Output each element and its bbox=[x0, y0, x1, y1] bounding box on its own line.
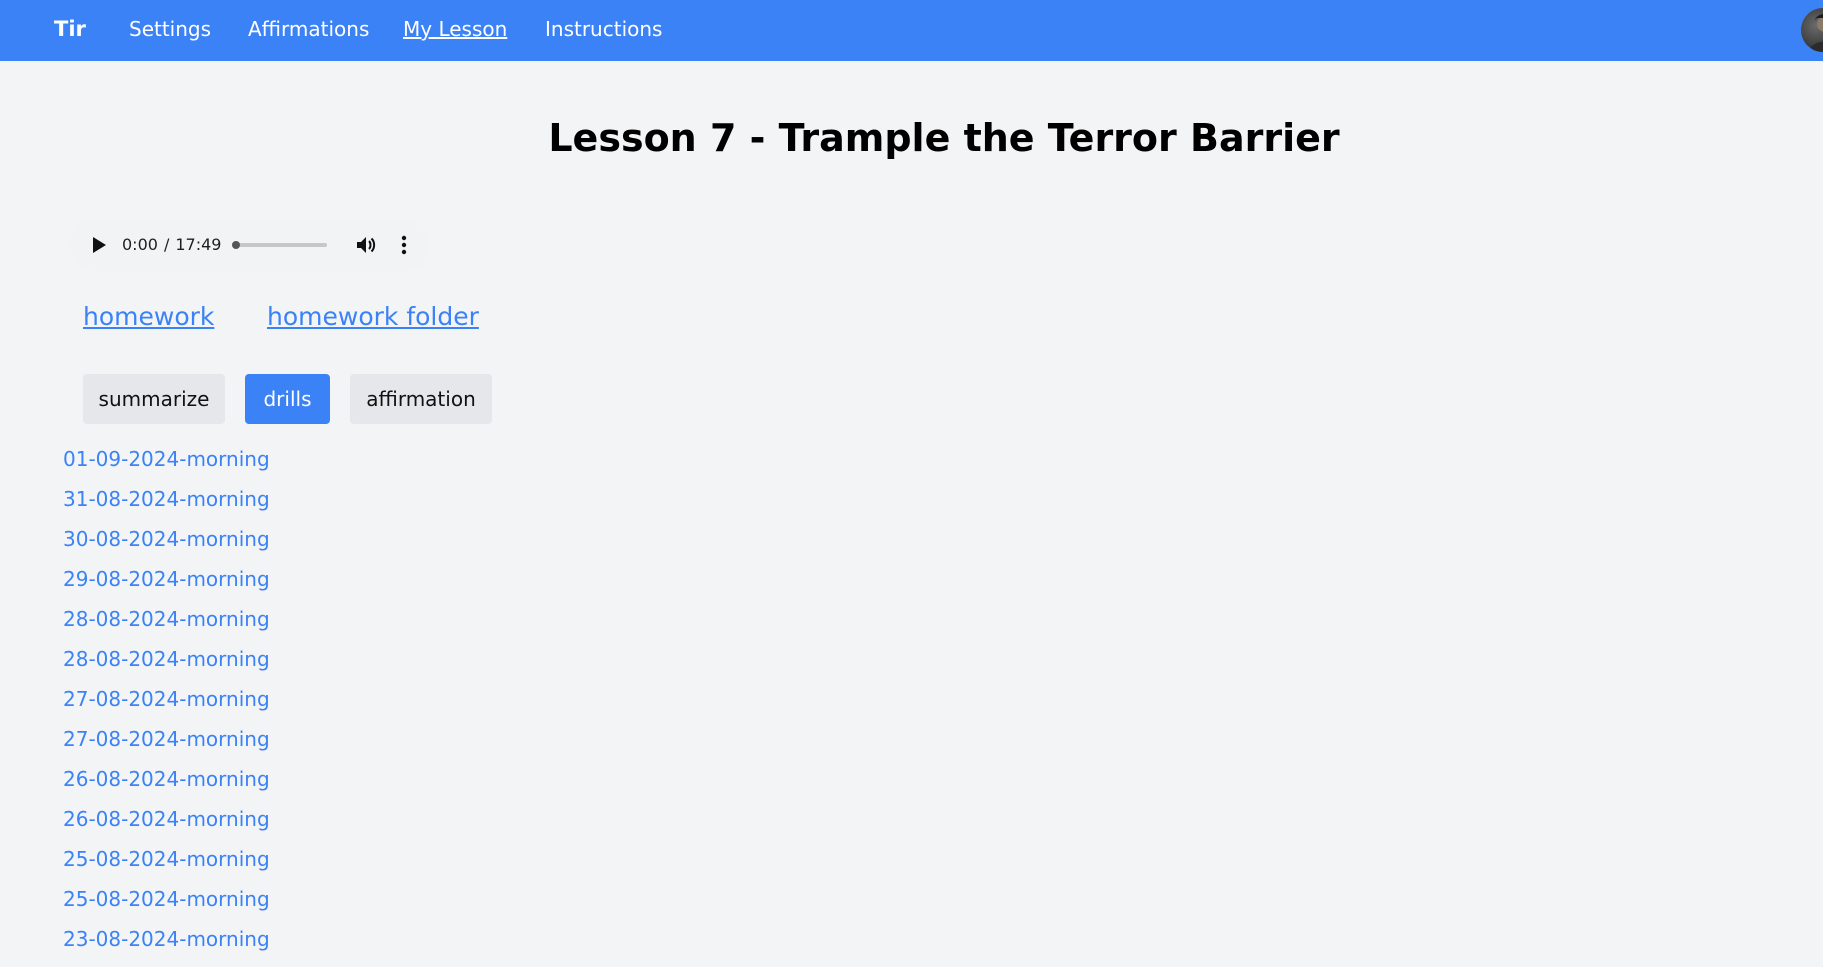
drill-session-list: 01-09-2024-morning 31-08-2024-morning 30-0… bbox=[63, 446, 270, 966]
nav-link-my-lesson[interactable]: My Lesson bbox=[403, 16, 507, 42]
audio-progress-thumb[interactable] bbox=[232, 241, 240, 249]
list-item: 25-08-2024-morning bbox=[63, 846, 270, 886]
list-item: 28-08-2024-morning bbox=[63, 606, 270, 646]
session-link[interactable]: 29-08-2024-morning bbox=[63, 566, 270, 606]
list-item: 30-08-2024-morning bbox=[63, 526, 270, 566]
play-icon[interactable] bbox=[89, 235, 109, 255]
list-item: 26-08-2024-morning bbox=[63, 766, 270, 806]
homework-link[interactable]: homework bbox=[83, 300, 214, 334]
audio-player: 0:00 / 17:49 bbox=[70, 218, 430, 272]
list-item: 27-08-2024-morning bbox=[63, 686, 270, 726]
session-link[interactable]: 26-08-2024-morning bbox=[63, 766, 270, 806]
list-item: 25-08-2024-morning bbox=[63, 886, 270, 926]
audio-progress-slider[interactable] bbox=[232, 241, 327, 249]
nav-link-settings[interactable]: Settings bbox=[129, 16, 211, 42]
session-link[interactable]: 28-08-2024-morning bbox=[63, 646, 270, 686]
session-link[interactable]: 26-08-2024-morning bbox=[63, 806, 270, 846]
session-link[interactable]: 01-09-2024-morning bbox=[63, 446, 270, 486]
nav-link-instructions[interactable]: Instructions bbox=[545, 16, 662, 42]
audio-current-time: 0:00 bbox=[122, 235, 158, 254]
list-item: 28-08-2024-morning bbox=[63, 646, 270, 686]
volume-icon[interactable] bbox=[355, 234, 377, 256]
more-vertical-icon[interactable] bbox=[399, 234, 409, 256]
drills-button[interactable]: drills bbox=[245, 374, 330, 424]
homework-folder-link[interactable]: homework folder bbox=[267, 300, 479, 334]
brand-logo[interactable]: Tir bbox=[54, 15, 86, 43]
list-item: 01-09-2024-morning bbox=[63, 446, 270, 486]
top-nav-bar: Tir Settings Affirmations My Lesson Inst… bbox=[0, 0, 1823, 61]
user-avatar[interactable] bbox=[1801, 8, 1823, 52]
audio-time: 0:00 / 17:49 bbox=[122, 234, 221, 256]
list-item: 29-08-2024-morning bbox=[63, 566, 270, 606]
nav-link-affirmations[interactable]: Affirmations bbox=[248, 16, 369, 42]
list-item: 27-08-2024-morning bbox=[63, 726, 270, 766]
page-title: Lesson 7 - Trample the Terror Barrier bbox=[548, 116, 1340, 160]
session-link[interactable]: 25-08-2024-morning bbox=[63, 846, 270, 886]
avatar-image-icon bbox=[1809, 14, 1823, 52]
time-separator: / bbox=[163, 235, 170, 254]
session-link[interactable]: 27-08-2024-morning bbox=[63, 726, 270, 766]
list-item: 31-08-2024-morning bbox=[63, 486, 270, 526]
session-link[interactable]: 27-08-2024-morning bbox=[63, 686, 270, 726]
session-link[interactable]: 25-08-2024-morning bbox=[63, 886, 270, 926]
affirmation-button[interactable]: affirmation bbox=[350, 374, 492, 424]
audio-duration: 17:49 bbox=[175, 235, 222, 254]
session-link[interactable]: 31-08-2024-morning bbox=[63, 486, 270, 526]
list-item: 26-08-2024-morning bbox=[63, 806, 270, 846]
session-link[interactable]: 23-08-2024-morning bbox=[63, 926, 270, 966]
session-link[interactable]: 28-08-2024-morning bbox=[63, 606, 270, 646]
list-item: 23-08-2024-morning bbox=[63, 926, 270, 966]
summarize-button[interactable]: summarize bbox=[83, 374, 225, 424]
session-link[interactable]: 30-08-2024-morning bbox=[63, 526, 270, 566]
